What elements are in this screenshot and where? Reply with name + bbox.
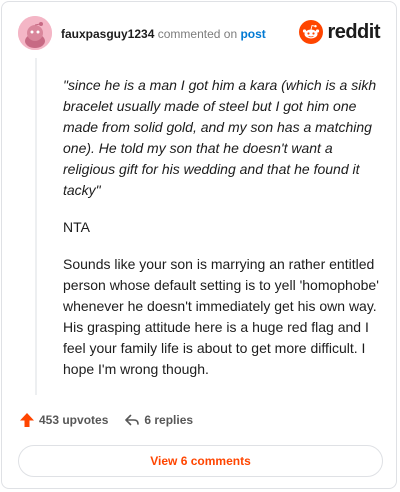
view-comments-button[interactable]: View 6 comments <box>18 445 383 477</box>
reddit-logo[interactable]: reddit <box>299 20 380 44</box>
reply-arrow-icon <box>125 414 140 426</box>
post-link[interactable]: post <box>240 27 265 41</box>
upvote-arrow-icon <box>20 413 34 427</box>
thread-line[interactable] <box>35 58 37 395</box>
replies-button[interactable]: 6 replies <box>124 412 193 428</box>
comment-actions: 453 upvotes 6 replies <box>19 412 193 428</box>
commented-on-text: commented on <box>157 27 238 41</box>
comment-text: Sounds like your son is marrying an rath… <box>63 256 379 377</box>
comment-card: fauxpasguy1234 commented on post reddit … <box>1 1 397 489</box>
reddit-snoo-icon <box>299 20 324 44</box>
comment-body: "since he is a man I got him a kara (whi… <box>63 75 381 396</box>
snoo-avatar-icon <box>18 16 52 50</box>
upvote-button[interactable]: 453 upvotes <box>19 412 108 428</box>
username-link[interactable]: fauxpasguy1234 <box>61 27 154 41</box>
comment-verdict: NTA <box>63 219 90 235</box>
reply-count: 6 replies <box>144 413 194 427</box>
avatar[interactable] <box>18 16 52 50</box>
reddit-wordmark: reddit <box>327 20 380 43</box>
comment-header: fauxpasguy1234 commented on post <box>61 27 266 41</box>
upvote-count: 453 upvotes <box>39 413 109 427</box>
comment-quote: "since he is a man I got him a kara (whi… <box>63 77 377 198</box>
